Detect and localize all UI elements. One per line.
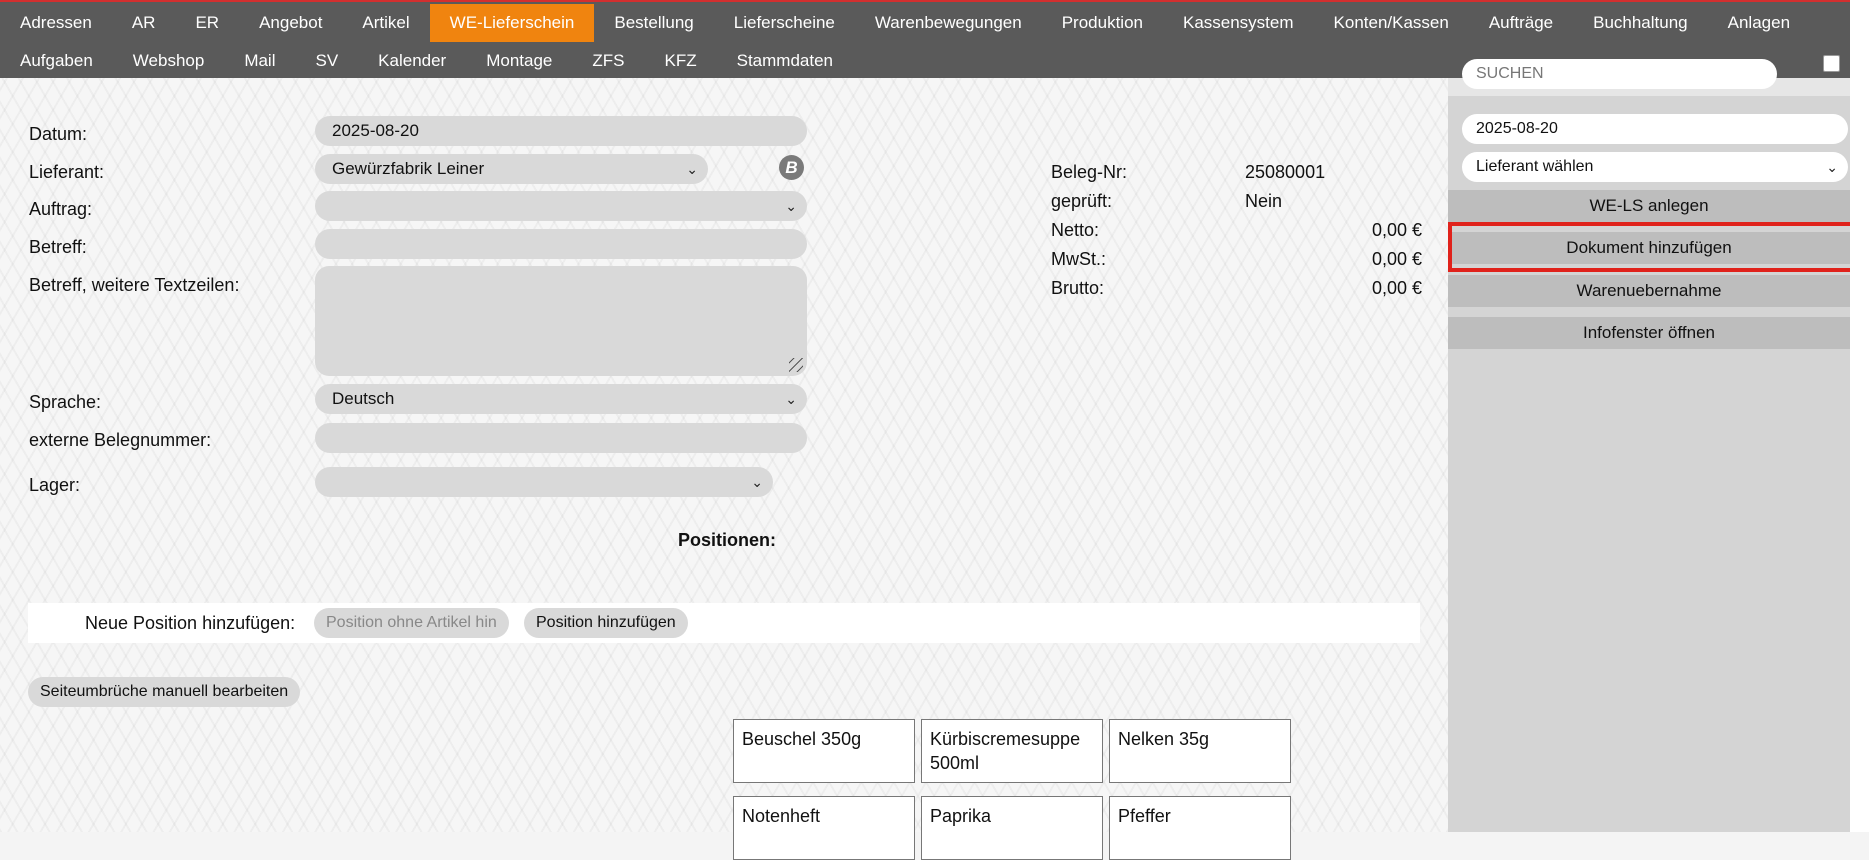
nav-item[interactable]: Artikel: [342, 4, 429, 42]
lieferant-label: Lieferant:: [29, 162, 105, 182]
article-tile[interactable]: Nelken 35g: [1109, 719, 1291, 783]
geprueft-value: Nein: [1245, 191, 1283, 211]
lieferant-select-value: Gewürzfabrik Leiner: [332, 159, 485, 178]
search-input[interactable]: SUCHEN: [1462, 59, 1777, 89]
netto-value: 0,00 €: [1371, 220, 1422, 240]
chevron-down-icon: ⌄: [785, 391, 797, 407]
new-position-input[interactable]: Position ohne Artikel hin: [314, 608, 509, 638]
lieferant-select[interactable]: Gewürzfabrik Leiner ⌄: [315, 154, 708, 184]
sprache-label: Sprache:: [29, 392, 102, 412]
nav-row-1: Adressen AR ER Angebot Artikel WE-Lieferschei…: [0, 4, 1810, 42]
highlight-box: [1448, 222, 1868, 272]
chevron-down-icon: ⌄: [785, 198, 797, 214]
chevron-down-icon: ⌄: [686, 161, 698, 177]
mwst-label: MwSt.:: [1051, 249, 1107, 269]
nav-item[interactable]: ER: [175, 4, 239, 42]
nav-item[interactable]: Warenbewegungen: [855, 4, 1042, 42]
nav-item[interactable]: Produktion: [1042, 4, 1163, 42]
betreff-weitere-textarea[interactable]: [315, 266, 807, 376]
article-tile[interactable]: Kürbiscremesuppe 500ml: [921, 719, 1103, 783]
extbeleg-input[interactable]: [315, 423, 807, 453]
nav-item[interactable]: Adressen: [0, 4, 112, 42]
sidebar-date-input[interactable]: 2025-08-20: [1462, 114, 1848, 144]
new-position-bar: Neue Position hinzufügen: Position ohne …: [28, 603, 1420, 643]
netto-label: Netto:: [1051, 220, 1100, 240]
betreff-label: Betreff:: [29, 237, 87, 257]
sidebar-checkbox[interactable]: [1823, 55, 1840, 72]
nav-item[interactable]: AR: [112, 4, 176, 42]
datum-label: Datum:: [29, 124, 88, 144]
article-tile[interactable]: Pfeffer: [1109, 796, 1291, 860]
nav-item[interactable]: Buchhaltung: [1573, 4, 1708, 42]
nav-item[interactable]: Stammdaten: [717, 42, 853, 80]
nav-row-2: Aufgaben Webshop Mail SV Kalender Montage ZFS K…: [0, 42, 853, 80]
auftrag-select[interactable]: ⌄: [315, 191, 807, 221]
add-position-button[interactable]: Position hinzufügen: [524, 608, 688, 638]
mwst-value: 0,00 €: [1371, 249, 1422, 269]
nav-item[interactable]: Angebot: [239, 4, 342, 42]
sidebar-lieferant-select[interactable]: Lieferant wählen ⌄: [1462, 152, 1848, 182]
article-tile[interactable]: Notenheft: [733, 796, 915, 860]
chevron-down-icon: ⌄: [751, 474, 763, 490]
warenuebernahme-button[interactable]: Warenuebernahme: [1448, 275, 1850, 307]
sprache-select[interactable]: Deutsch ⌄: [315, 384, 807, 414]
belegnr-label: Beleg-Nr:: [1051, 162, 1128, 182]
positionen-heading: Positionen:: [678, 530, 776, 550]
auftrag-label: Auftrag:: [29, 199, 93, 219]
article-tile[interactable]: Beuschel 350g: [733, 719, 915, 783]
lager-select[interactable]: ⌄: [315, 467, 773, 497]
sidebar-lieferant-select-value: Lieferant wählen: [1476, 158, 1594, 175]
nav-item[interactable]: Kalender: [358, 42, 466, 80]
pagebreak-button[interactable]: Seiteumbrüche manuell bearbeiten: [28, 677, 301, 707]
belegnr-value: 25080001: [1245, 162, 1326, 182]
nav-item[interactable]: Webshop: [113, 42, 225, 80]
nav-item[interactable]: Aufträge: [1469, 4, 1573, 42]
nav-item[interactable]: Konten/Kassen: [1314, 4, 1469, 42]
extbeleg-label: externe Belegnummer:: [29, 430, 212, 450]
sprache-select-value: Deutsch: [332, 389, 395, 408]
we-ls-anlegen-button[interactable]: WE-LS anlegen: [1448, 190, 1850, 222]
nav-item[interactable]: KFZ: [645, 42, 717, 80]
brutto-label: Brutto:: [1051, 278, 1105, 298]
nav-item[interactable]: WE-Lieferschein: [429, 4, 595, 42]
nav-item[interactable]: Kassensystem: [1163, 4, 1314, 42]
brutto-value: 0,00 €: [1371, 278, 1422, 298]
betreff-weitere-label: Betreff, weitere Textzeilen:: [29, 275, 240, 295]
lager-label: Lager:: [29, 475, 81, 495]
datum-input[interactable]: 2025-08-20: [315, 116, 807, 146]
nav-item[interactable]: Lieferscheine: [714, 4, 855, 42]
b-badge-icon[interactable]: B: [779, 155, 804, 180]
resize-handle-icon[interactable]: [789, 358, 803, 372]
scrollbar[interactable]: [1850, 0, 1869, 832]
new-position-label: Neue Position hinzufügen:: [85, 613, 296, 633]
nav-item[interactable]: SV: [295, 42, 358, 80]
nav-item[interactable]: Aufgaben: [0, 42, 113, 80]
nav-item[interactable]: ZFS: [572, 42, 644, 80]
nav-item[interactable]: Bestellung: [594, 4, 713, 42]
infofenster-button[interactable]: Infofenster öffnen: [1448, 317, 1850, 349]
nav-item[interactable]: Mail: [224, 42, 295, 80]
chevron-down-icon: ⌄: [1826, 159, 1838, 175]
betreff-input[interactable]: [315, 229, 807, 259]
article-tile[interactable]: Paprika: [921, 796, 1103, 860]
geprueft-label: geprüft:: [1051, 191, 1113, 211]
nav-item[interactable]: Anlagen: [1708, 4, 1810, 42]
nav-item[interactable]: Montage: [466, 42, 572, 80]
